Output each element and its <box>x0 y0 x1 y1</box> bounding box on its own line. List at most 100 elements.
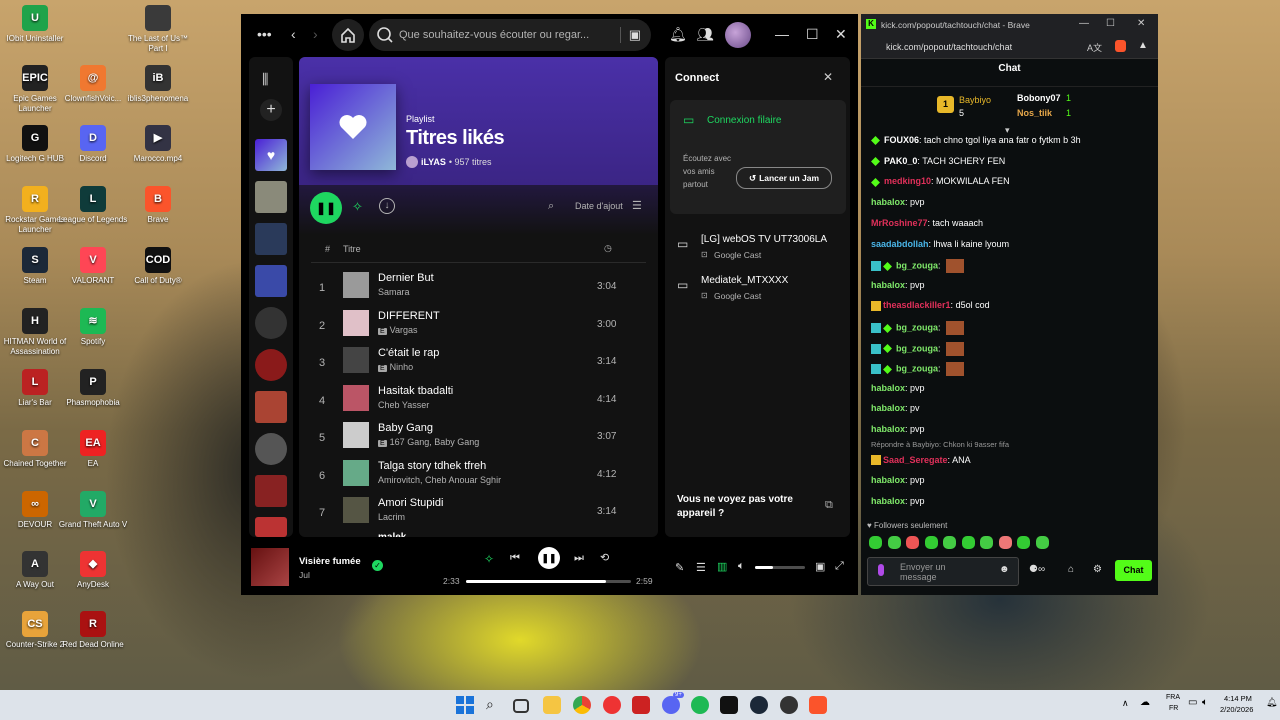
desktop-icon[interactable]: ▶ Marocco.mp4 <box>120 125 196 164</box>
desktop-icon[interactable]: P Phasmophobia <box>55 369 131 408</box>
track-row[interactable]: 2 DIFFERENT E Vargas 3:00 <box>311 308 651 345</box>
home-button[interactable] <box>332 19 364 51</box>
download-icon[interactable]: ↓ <box>379 198 395 214</box>
app-icon[interactable] <box>603 696 621 714</box>
sort-dropdown[interactable]: Date d'ajout <box>575 201 623 211</box>
library-icon[interactable]: ⫼ <box>262 71 268 88</box>
track-row[interactable]: 5 Baby Gang E 167 Gang, Baby Gang 3:07 <box>311 420 651 457</box>
chat-username[interactable]: habalox <box>871 496 905 506</box>
device-help-text[interactable]: Vous ne voyez pas votre appareil ? <box>677 493 807 521</box>
chat-username[interactable]: medking10 <box>884 176 931 186</box>
more-icon[interactable]: ••• <box>257 26 272 42</box>
desktop-icon[interactable]: COD Call of Duty® <box>120 247 196 286</box>
reply-context[interactable]: Répondre à Baybiyo: Chkon ki 9asser fifa <box>871 440 1009 449</box>
clock-time[interactable]: 4:14 PM <box>1224 694 1252 703</box>
emote-icon[interactable] <box>887 536 901 549</box>
owner-avatar[interactable] <box>406 156 418 168</box>
onedrive-icon[interactable]: ☁ <box>1140 697 1150 708</box>
now-playing-title[interactable]: Visière fumée <box>299 556 361 567</box>
library-tile[interactable] <box>255 181 287 213</box>
chat-username[interactable]: habalox <box>871 424 905 434</box>
smart-shuffle-icon[interactable]: ✧ <box>352 199 363 215</box>
track-artist[interactable]: Samara <box>378 287 410 297</box>
language-top[interactable]: FRA <box>1166 694 1180 701</box>
chat-username[interactable]: bg_zouga <box>896 261 938 271</box>
chat-username[interactable]: PAK0_0 <box>884 156 917 166</box>
now-playing-cover[interactable] <box>251 548 289 586</box>
external-link-icon[interactable]: ⧉ <box>825 499 833 512</box>
chat-username[interactable]: Saad_Seregate <box>883 455 948 465</box>
browse-icon[interactable]: ▣ <box>619 27 641 43</box>
progress-bar[interactable] <box>466 580 631 583</box>
emote-icon[interactable] <box>1017 536 1030 549</box>
chat-username[interactable]: bg_zouga <box>896 363 938 373</box>
chat-username[interactable]: bg_zouga <box>896 322 938 332</box>
library-tile[interactable] <box>255 307 287 339</box>
forward-arrow-icon[interactable]: › <box>313 26 318 42</box>
liked-songs-tile[interactable]: ♥ <box>255 139 287 171</box>
minimize-icon[interactable]: — <box>1079 18 1089 29</box>
task-view-icon[interactable] <box>513 699 529 713</box>
friends-icon[interactable]: 👥︎ <box>696 26 714 43</box>
desktop-icon[interactable]: The Last of Us™ Part I <box>120 5 196 54</box>
connect-device-icon[interactable]: ▥ <box>717 560 727 573</box>
back-arrow-icon[interactable]: ‹ <box>291 26 296 42</box>
mic-icon[interactable] <box>878 564 884 576</box>
smart-shuffle-icon[interactable]: ✧ <box>484 552 494 566</box>
track-row[interactable]: 3 C'était le rap E Ninho 3:14 <box>311 345 651 382</box>
play-pause-button[interactable]: ❚❚ <box>538 547 560 569</box>
now-playing-artist[interactable]: Jul <box>299 570 310 580</box>
track-row[interactable]: 6 Talga story tdhek tfreh Amirovitch, Cheb… <box>311 458 651 495</box>
emote-icon[interactable] <box>998 536 1012 549</box>
brave-shield-icon[interactable] <box>1115 40 1126 52</box>
search-icon[interactable]: ⌕ <box>548 200 554 213</box>
track-row[interactable]: 4 Hasitak tbadalti Cheb Yasser 4:14 <box>311 383 651 420</box>
bell-icon[interactable]: 🔔︎ <box>669 26 687 43</box>
chat-username[interactable]: habalox <box>871 280 905 290</box>
network-icon[interactable]: ▭ <box>1188 697 1197 708</box>
track-title[interactable]: Baby Gang <box>378 422 433 434</box>
maximize-icon[interactable]: ☐ <box>806 26 819 43</box>
device-item[interactable]: ▭ Mediatek_MTXXXX ⊡ Google Cast <box>677 274 847 310</box>
library-tile[interactable] <box>255 391 287 423</box>
close-icon[interactable]: ✕ <box>823 70 833 84</box>
play-pause-button[interactable]: ❚❚ <box>310 192 342 224</box>
volume-slider[interactable] <box>755 566 805 569</box>
wired-connection[interactable]: Connexion filaire <box>707 115 782 126</box>
emote-icon[interactable] <box>961 536 975 549</box>
users-icon[interactable]: ⚈∞ <box>1029 564 1045 575</box>
leader-name[interactable]: Nos_tiik <box>1017 108 1052 118</box>
track-row[interactable]: 7 Amori Stupidi Lacrim 3:14 <box>311 495 651 532</box>
repeat-icon[interactable]: ⟲ <box>600 551 609 564</box>
playlist-owner[interactable]: iLYAS <box>421 157 446 167</box>
library-tile[interactable] <box>255 223 287 255</box>
track-artist[interactable]: Ninho <box>390 362 414 372</box>
start-jam-button[interactable]: ↺ Lancer un Jam <box>736 167 832 189</box>
desktop-icon[interactable]: U IObit Uninstaller <box>0 5 73 44</box>
device-item[interactable]: ▭ [LG] webOS TV UT73006LA ⊡ Google Cast <box>677 233 847 269</box>
emote-icon[interactable] <box>980 536 993 549</box>
library-tile[interactable] <box>255 433 287 465</box>
next-icon[interactable]: ⏭︎ <box>574 552 584 565</box>
steam-icon[interactable] <box>750 696 768 714</box>
track-title[interactable]: Talga story tdhek tfreh <box>378 460 486 472</box>
library-tile[interactable] <box>255 517 287 537</box>
emote-icon[interactable] <box>869 536 882 549</box>
notification-icon[interactable]: 🔔︎ <box>1266 697 1277 708</box>
desktop-icon[interactable]: ◆ AnyDesk <box>55 551 131 590</box>
chat-username[interactable]: FOUX06 <box>884 135 919 145</box>
queue-icon[interactable]: ☰ <box>696 561 706 574</box>
track-title[interactable]: DIFFERENT <box>378 310 440 322</box>
emoji-icon[interactable]: ☻ <box>999 564 1010 575</box>
chat-username[interactable]: MrRoshine77 <box>871 218 928 228</box>
library-tile[interactable] <box>255 265 287 297</box>
url-text[interactable]: kick.com/popout/tachtouch/chat <box>886 42 1012 52</box>
send-chat-button[interactable]: Chat <box>1115 560 1152 581</box>
chat-username[interactable]: saadabdollah <box>871 239 929 249</box>
clock-date[interactable]: 2/20/2026 <box>1220 705 1253 714</box>
maximize-icon[interactable]: ☐ <box>1106 18 1115 29</box>
chat-input[interactable]: Envoyer un message ☻ <box>867 557 1019 586</box>
emote-icon[interactable] <box>943 536 956 549</box>
capcut-icon[interactable] <box>720 696 738 714</box>
obs-icon[interactable] <box>780 696 798 714</box>
